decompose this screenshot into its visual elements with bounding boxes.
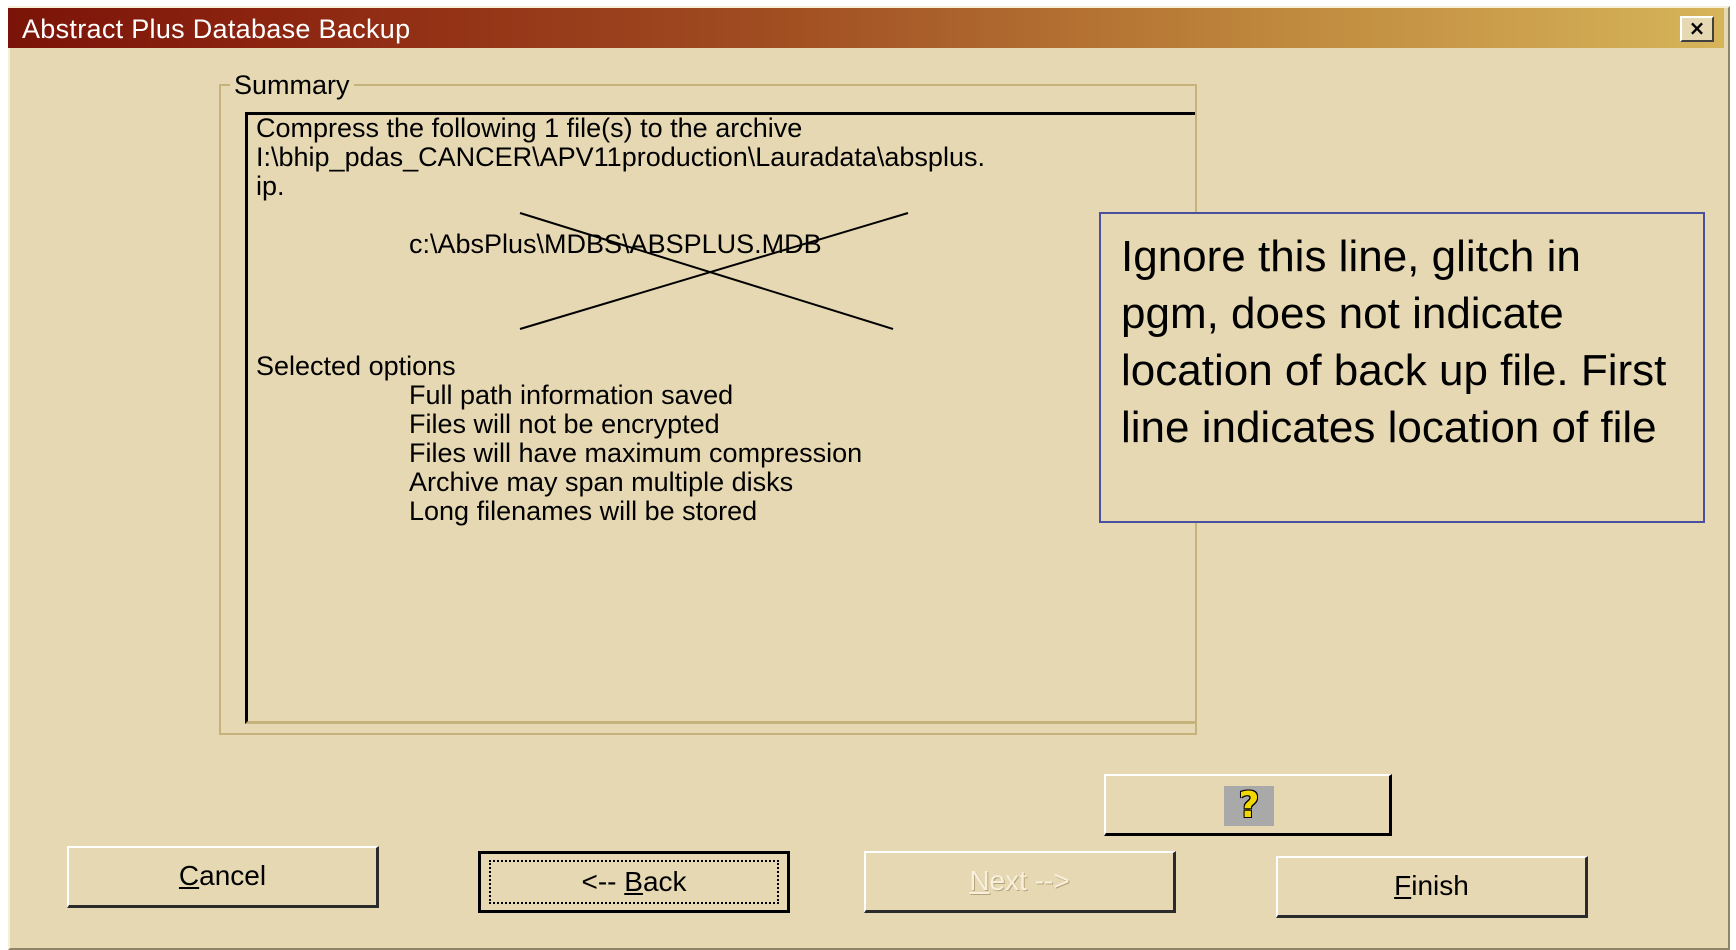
back-button[interactable]: <-- Back	[478, 851, 790, 913]
next-button[interactable]: Next -->	[864, 851, 1176, 913]
next-mnemonic: N	[969, 865, 990, 896]
next-label: ext -->	[989, 865, 1070, 896]
focus-rectangle	[489, 860, 779, 904]
annotation-callout: Ignore this line, glitch in pgm, does no…	[1099, 212, 1705, 523]
summary-text-area[interactable]: Compress the following 1 file(s) to the …	[245, 112, 1195, 724]
close-button[interactable]: ×	[1680, 16, 1714, 42]
finish-mnemonic: F	[1394, 870, 1412, 901]
option-item: Archive may span multiple disks	[409, 467, 794, 497]
help-button[interactable]: ?	[1104, 774, 1392, 836]
help-question-icon: ?	[1224, 786, 1274, 826]
cancel-button[interactable]: Cancel	[67, 846, 379, 908]
finish-button[interactable]: Finish	[1276, 856, 1588, 918]
summary-group-label: Summary	[230, 70, 354, 101]
window-title: Abstract Plus Database Backup	[22, 14, 411, 44]
option-item: Long filenames will be stored	[409, 496, 758, 526]
options-header: Selected options	[256, 351, 456, 381]
title-bar[interactable]: Abstract Plus Database Backup ×	[8, 8, 1724, 48]
option-item: Full path information saved	[409, 380, 734, 410]
option-item: Files will have maximum compression	[409, 438, 863, 468]
cancel-mnemonic: C	[178, 860, 200, 891]
cancel-label: ancel	[199, 860, 267, 891]
close-icon: ×	[1688, 16, 1706, 40]
option-item: Files will not be encrypted	[409, 409, 720, 439]
finish-label: inish	[1411, 870, 1469, 901]
